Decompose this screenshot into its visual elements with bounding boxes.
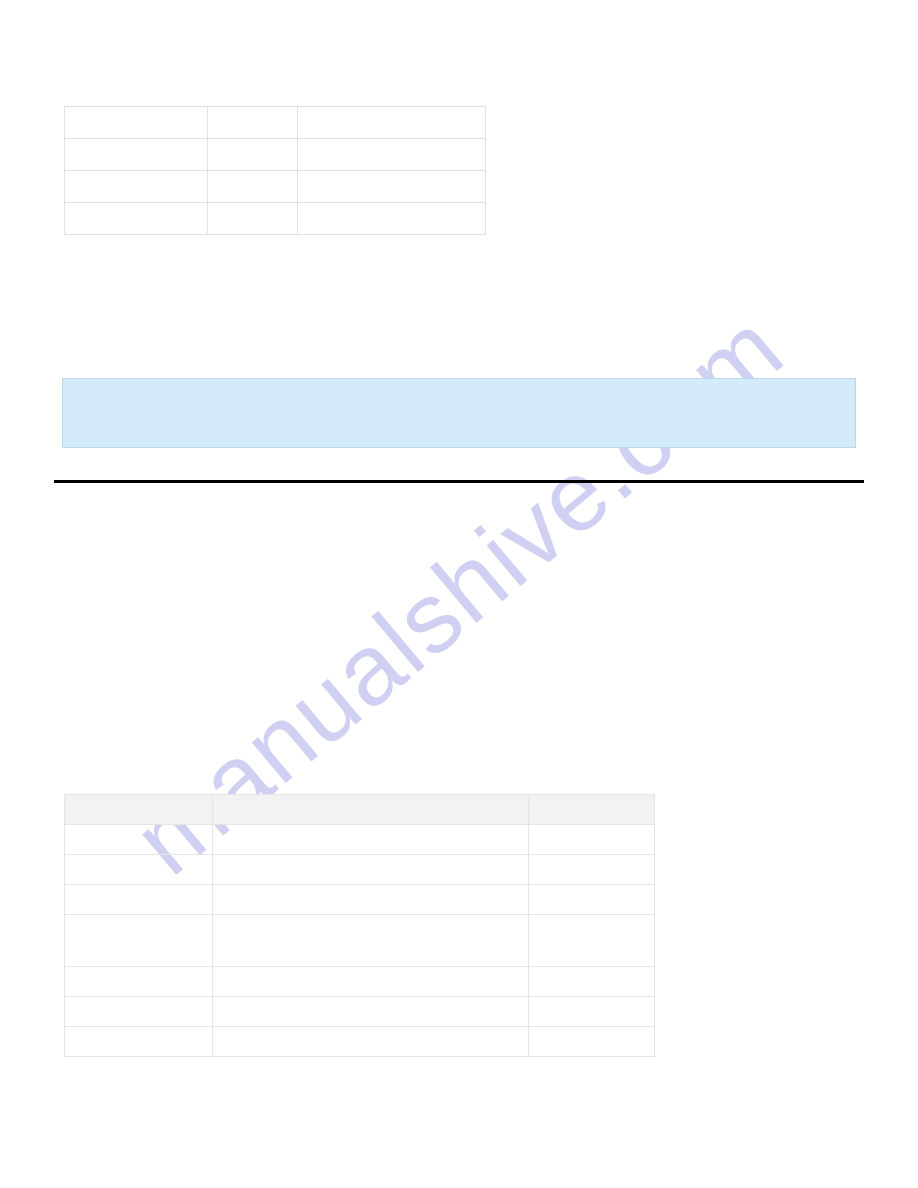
table-row	[65, 107, 486, 139]
header-cell	[65, 795, 213, 825]
table-header-row	[65, 795, 655, 825]
cell	[529, 967, 655, 997]
cell	[65, 885, 213, 915]
cell	[65, 825, 213, 855]
table-row	[65, 825, 655, 855]
cell	[65, 855, 213, 885]
cell	[65, 139, 208, 171]
cell	[65, 107, 208, 139]
header-cell	[529, 795, 655, 825]
cell	[529, 997, 655, 1027]
bottom-table	[64, 794, 655, 1057]
top-table-body	[65, 107, 486, 235]
cell	[213, 885, 529, 915]
horizontal-rule	[54, 480, 864, 483]
cell	[208, 139, 298, 171]
cell	[213, 825, 529, 855]
cell	[529, 1027, 655, 1057]
cell	[529, 825, 655, 855]
cell	[65, 171, 208, 203]
cell	[298, 107, 486, 139]
info-banner	[62, 378, 856, 448]
cell	[529, 855, 655, 885]
cell	[65, 1027, 213, 1057]
top-table	[64, 106, 486, 235]
table-row	[65, 855, 655, 885]
cell	[213, 997, 529, 1027]
table-row	[65, 885, 655, 915]
cell	[208, 171, 298, 203]
cell	[213, 915, 529, 967]
cell	[65, 915, 213, 967]
cell	[213, 967, 529, 997]
cell	[65, 967, 213, 997]
cell	[208, 107, 298, 139]
table-row	[65, 967, 655, 997]
bottom-table-head	[65, 795, 655, 825]
cell	[298, 139, 486, 171]
table-row	[65, 997, 655, 1027]
cell	[65, 203, 208, 235]
table-row	[65, 171, 486, 203]
cell	[298, 171, 486, 203]
bottom-table-body	[65, 825, 655, 1057]
cell	[298, 203, 486, 235]
cell	[213, 855, 529, 885]
table-row	[65, 1027, 655, 1057]
cell	[208, 203, 298, 235]
table-row	[65, 139, 486, 171]
header-cell	[213, 795, 529, 825]
cell	[213, 1027, 529, 1057]
cell	[529, 915, 655, 967]
table-row	[65, 915, 655, 967]
cell	[529, 885, 655, 915]
table-row	[65, 203, 486, 235]
cell	[65, 997, 213, 1027]
